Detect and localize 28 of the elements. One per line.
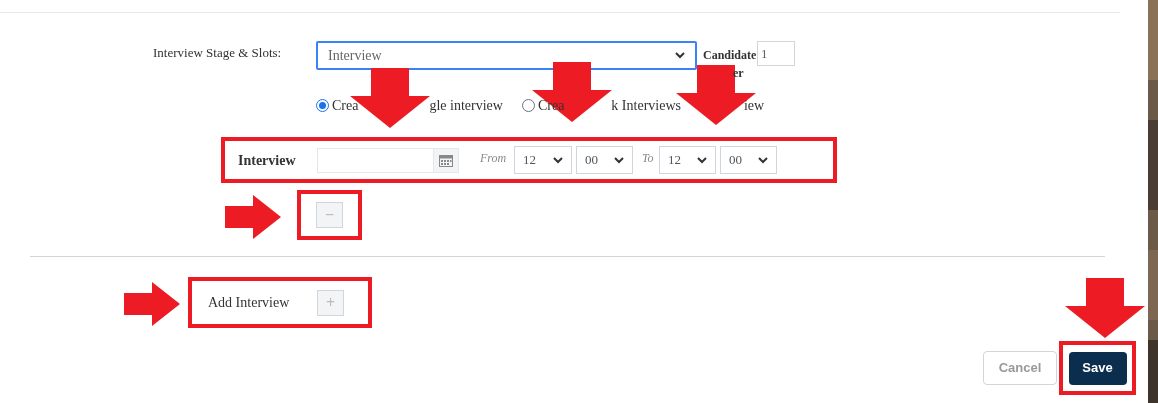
arrow-icon	[225, 195, 281, 239]
chevron-icon	[553, 156, 563, 164]
to-label: To	[642, 150, 655, 167]
radio-label: k Interviews	[611, 96, 681, 115]
chevron-icon	[614, 156, 624, 164]
chevron-icon	[697, 156, 707, 164]
candidate-input[interactable]: 1	[757, 41, 796, 66]
arrow-icon	[532, 62, 612, 122]
time-select[interactable]: 00	[576, 146, 633, 174]
radio-button[interactable]	[316, 98, 329, 112]
option-label: iew	[743, 96, 765, 115]
radio-label: Crea	[332, 96, 359, 115]
time-select[interactable]: 00	[720, 146, 777, 174]
radio-label: gle interview	[429, 96, 503, 115]
arrow-icon	[124, 282, 180, 326]
time-select[interactable]: 12	[514, 146, 572, 174]
calendar-icon[interactable]	[439, 153, 453, 167]
date-input[interactable]	[317, 147, 459, 173]
chevron-icon	[758, 156, 768, 164]
from-label: From	[480, 150, 508, 167]
time-select[interactable]: 12	[659, 146, 716, 174]
field-label: Interview Stage & Slots:	[152, 44, 283, 62]
interview-label: Interview	[238, 151, 297, 170]
add-interview-label: Add Interview	[208, 294, 291, 312]
save-button[interactable]: Save	[1068, 351, 1127, 385]
arrow-icon	[1065, 278, 1145, 338]
chevron-icon	[675, 52, 685, 59]
candidate-label: Candidate	[703, 47, 757, 64]
